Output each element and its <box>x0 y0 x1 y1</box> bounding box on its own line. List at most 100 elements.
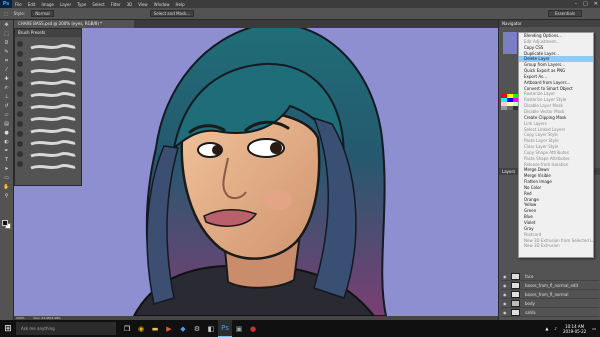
hand-tool-icon[interactable]: ✋ <box>3 184 11 191</box>
brush-tip-icon[interactable] <box>17 101 23 107</box>
foreground-color-swatch[interactable] <box>2 220 8 226</box>
style-dropdown[interactable]: Normal <box>31 10 54 17</box>
brush-tip-icon[interactable] <box>17 51 23 57</box>
maximize-button[interactable]: □ <box>583 1 588 7</box>
brush-tip-icon[interactable] <box>17 161 23 167</box>
brush-tool-icon[interactable]: ✍ <box>3 85 11 92</box>
brush-stroke-preview[interactable] <box>29 127 77 135</box>
layer-thumbnail <box>511 291 520 298</box>
dodge-tool-icon[interactable]: ◐ <box>3 139 11 146</box>
brush-stroke-preview[interactable] <box>29 151 77 159</box>
brush-tip-icon[interactable] <box>17 131 23 137</box>
workspace-dropdown[interactable]: Essentials <box>547 10 582 17</box>
brush-stroke-preview[interactable] <box>29 91 77 99</box>
quick-select-tool-icon[interactable]: ✎ <box>3 49 11 56</box>
path-select-tool-icon[interactable]: ➤ <box>3 166 11 173</box>
steam-icon[interactable]: ⚙ <box>190 320 204 337</box>
pen-tool-icon[interactable]: ✒ <box>3 148 11 155</box>
shape-tool-icon[interactable]: ▭ <box>3 175 11 182</box>
menu-image[interactable]: Image <box>38 2 57 7</box>
brush-tip-icon[interactable] <box>17 71 23 77</box>
close-button[interactable]: ✕ <box>594 1 598 7</box>
photoshop-taskbar-icon[interactable]: Ps <box>218 320 232 337</box>
history-brush-tool-icon[interactable]: ↺ <box>3 103 11 110</box>
folder-icon[interactable]: ▬ <box>148 320 162 337</box>
brush-stroke-preview[interactable] <box>29 115 77 123</box>
brush-stroke-preview[interactable] <box>29 67 77 75</box>
taskbar-search[interactable]: Ask me anything <box>16 322 116 335</box>
select-and-mask-button[interactable]: Select and Mask... <box>149 10 195 17</box>
layer-name: bases_from_fl_normal <box>525 292 569 297</box>
marquee-tool-icon[interactable]: ⬚ <box>3 31 11 38</box>
lasso-tool-icon[interactable]: ᘐ <box>3 40 11 47</box>
crop-tool-icon[interactable]: ⌗ <box>3 58 11 65</box>
type-tool-icon[interactable]: T <box>3 157 11 164</box>
menu-file[interactable]: File <box>12 2 25 7</box>
menu-window[interactable]: Window <box>151 2 173 7</box>
video-app-icon[interactable]: ▣ <box>232 320 246 337</box>
media-icon[interactable]: ▶ <box>162 320 176 337</box>
notifications-icon[interactable]: ▭ <box>592 326 596 331</box>
brush-stroke-preview[interactable] <box>29 43 77 51</box>
layer-row[interactable]: ◉ bases_from_fl_normal <box>501 290 599 299</box>
brush-stroke-preview[interactable] <box>29 163 77 171</box>
windows-start-icon[interactable]: ⊞ <box>0 320 16 337</box>
chrome-icon[interactable]: ◉ <box>134 320 148 337</box>
brush-stroke-preview[interactable] <box>29 103 77 111</box>
brush-stroke-preview[interactable] <box>29 139 77 147</box>
gradient-tool-icon[interactable]: ▤ <box>3 121 11 128</box>
document-tab[interactable]: CHARE BASS.psd @ 200% (eyes, RGB/8) * <box>14 20 134 28</box>
brush-presets-title: Brush Presets <box>15 29 81 37</box>
app-icon[interactable]: ◧ <box>204 320 218 337</box>
chat-icon[interactable]: ◆ <box>176 320 190 337</box>
healing-tool-icon[interactable]: ✚ <box>3 76 11 83</box>
network-icon[interactable]: ▲ <box>545 326 548 331</box>
brush-tip-icon[interactable] <box>17 61 23 67</box>
brush-tip-icon[interactable] <box>17 111 23 117</box>
minimize-button[interactable]: – <box>575 1 578 7</box>
clock[interactable]: 10:14 AM 2019-05-22 <box>563 324 586 334</box>
menu-edit[interactable]: Edit <box>25 2 39 7</box>
brush-tip-icon[interactable] <box>17 91 23 97</box>
navigator-panel-title: Navigator <box>499 20 600 27</box>
marquee-tool-icon[interactable]: ⬚ <box>4 11 8 16</box>
volume-icon[interactable]: ♪ <box>554 326 557 331</box>
brush-tip-icon[interactable] <box>17 41 23 47</box>
layer-row[interactable]: ◉ bases_from_fl_normal_edit <box>501 281 599 290</box>
menu-type[interactable]: Type <box>74 2 89 7</box>
eraser-tool-icon[interactable]: ▱ <box>3 112 11 119</box>
layer-row[interactable]: ◉ face <box>501 272 599 281</box>
menu-filter[interactable]: Filter <box>108 2 124 7</box>
brush-tip-icon[interactable] <box>17 121 23 127</box>
brush-tip-icon[interactable] <box>17 141 23 147</box>
blur-tool-icon[interactable]: ● <box>3 130 11 137</box>
menu-3d[interactable]: 3D <box>124 2 136 7</box>
menu-select[interactable]: Select <box>89 2 107 7</box>
menu-layer[interactable]: Layer <box>57 2 74 7</box>
navigator-thumbnail[interactable] <box>503 32 517 54</box>
layer-thumbnail <box>511 282 520 289</box>
document-canvas[interactable] <box>14 28 498 316</box>
layer-row[interactable]: ◉ body <box>501 299 599 308</box>
visibility-eye-icon[interactable]: ◉ <box>503 290 507 299</box>
menu-help[interactable]: Help <box>172 2 187 7</box>
brush-stroke-preview[interactable] <box>29 79 77 87</box>
visibility-eye-icon[interactable]: ◉ <box>503 281 507 290</box>
layer-row[interactable]: ◉ sahla <box>501 308 599 317</box>
eyedropper-tool-icon[interactable]: ⁄ <box>3 67 11 74</box>
clock-date: 2019-05-22 <box>562 328 587 334</box>
brush-tip-icon[interactable] <box>17 81 23 87</box>
recorder-icon[interactable]: ● <box>246 320 260 337</box>
clone-stamp-tool-icon[interactable]: ⊥ <box>3 94 11 101</box>
zoom-tool-icon[interactable]: ⚲ <box>3 193 11 200</box>
menu-view[interactable]: View <box>135 2 151 7</box>
brush-stroke-preview[interactable] <box>29 55 77 63</box>
character-illustration <box>132 28 388 316</box>
task-view-icon[interactable]: ❐ <box>120 320 134 337</box>
visibility-eye-icon[interactable]: ◉ <box>503 299 507 308</box>
brush-tip-icon[interactable] <box>17 151 23 157</box>
visibility-eye-icon[interactable]: ◉ <box>503 272 507 281</box>
visibility-eye-icon[interactable]: ◉ <box>503 308 507 317</box>
menu-bar: Ps File Edit Image Layer Type Select Fil… <box>0 0 600 8</box>
move-tool-icon[interactable]: ✥ <box>3 22 11 29</box>
